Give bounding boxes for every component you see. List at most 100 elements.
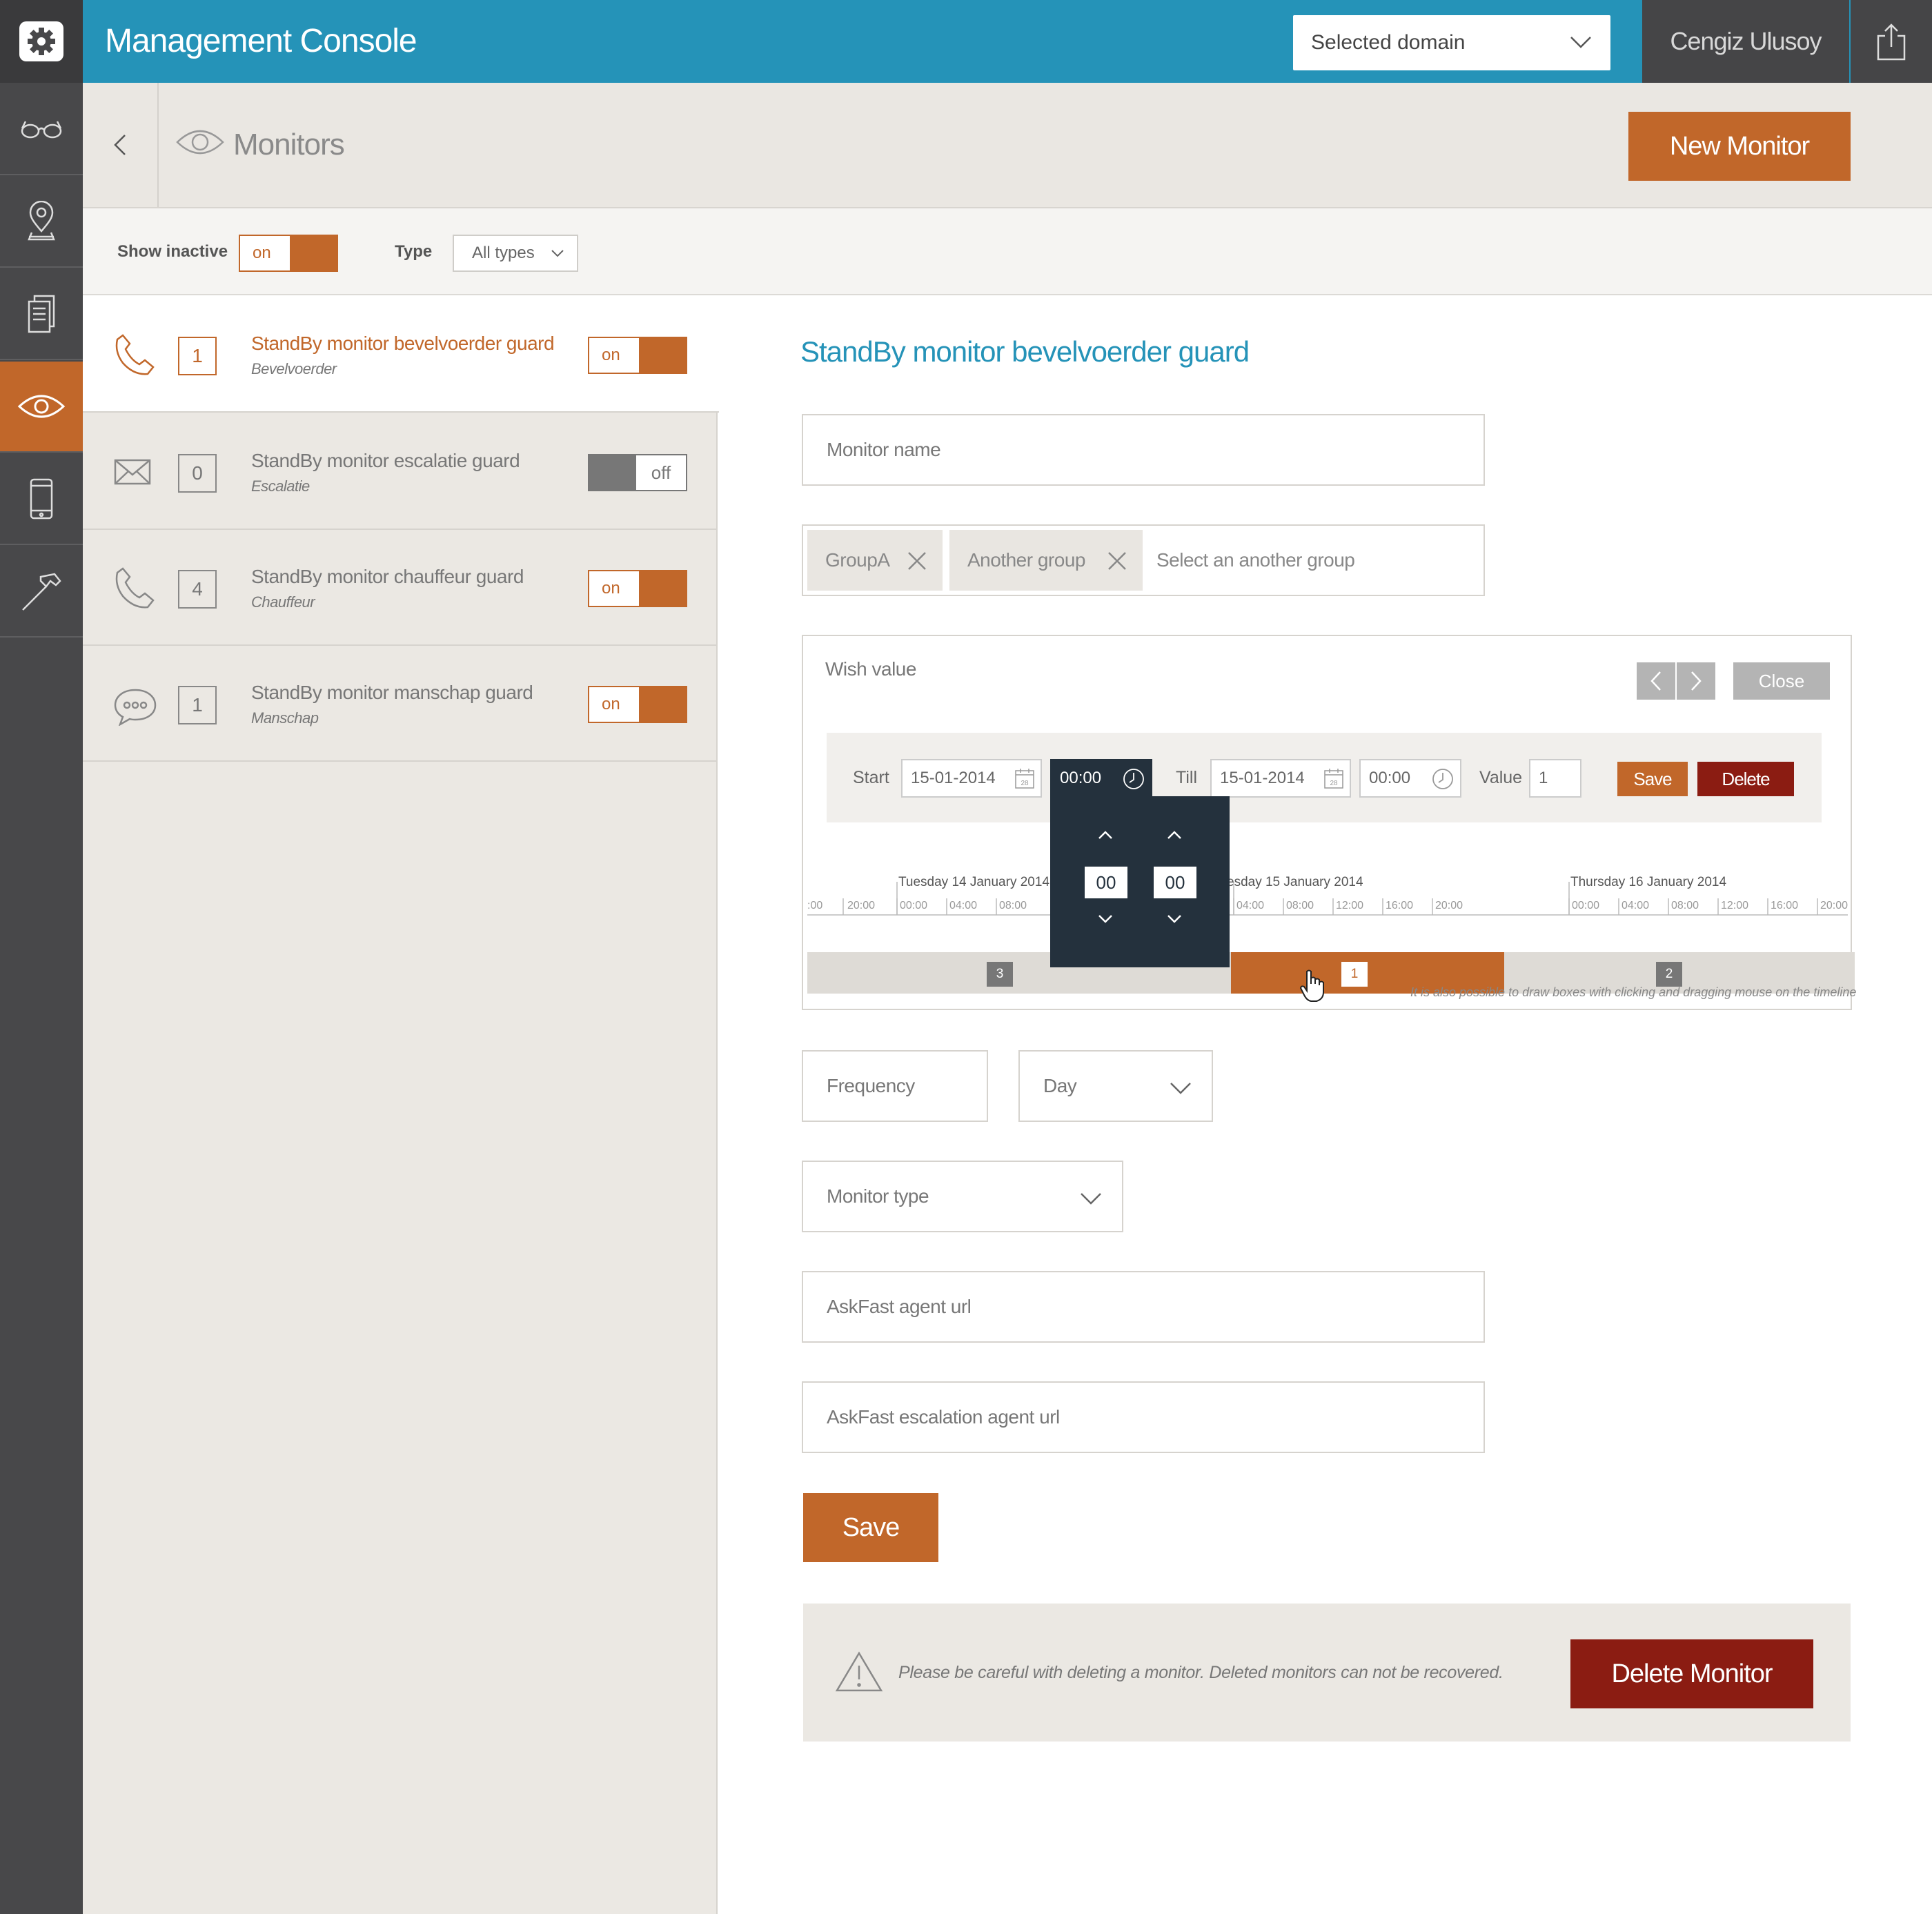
chevron-down-icon [1170, 1083, 1191, 1094]
clock-icon [1432, 769, 1453, 789]
icon-rail [0, 0, 83, 1914]
monitor-list-item[interactable]: 4 StandBy monitor chauffeur guard Chauff… [83, 530, 718, 646]
next-button[interactable] [1677, 662, 1715, 700]
group-selector[interactable]: GroupA Another group Select an another g… [802, 524, 1485, 596]
start-time-input[interactable]: 00:00 [1050, 759, 1152, 798]
timeline-hour-label: 20:00 [1435, 900, 1463, 911]
chat-bubble-icon [114, 689, 157, 726]
slot-save-button[interactable]: Save [1617, 762, 1688, 796]
till-date-input[interactable]: 15-01-2014 28 [1210, 759, 1351, 798]
show-inactive-label: Show inactive [117, 242, 228, 261]
alert-count-badge: 1 [178, 337, 217, 375]
glasses-icon [21, 121, 62, 139]
map-pin-icon [28, 201, 55, 241]
rail-item-documents[interactable] [0, 269, 83, 360]
start-time-value: 00:00 [1060, 769, 1102, 787]
alert-count-badge: 4 [178, 570, 217, 609]
monitor-name: StandBy monitor chauffeur guard [251, 566, 524, 587]
filter-bar: Show inactive on Type All types [83, 208, 1932, 295]
save-button[interactable]: Save [803, 1493, 938, 1562]
domain-select[interactable]: Selected domain [1293, 15, 1610, 70]
logout-button[interactable] [1851, 0, 1932, 83]
toggle-knob [290, 236, 337, 270]
escalation-url-input[interactable]: AskFast escalation agent url [802, 1381, 1485, 1453]
warning-icon [835, 1651, 883, 1692]
frequency-input[interactable]: Frequency [802, 1050, 988, 1122]
type-select[interactable]: All types [453, 235, 578, 272]
slot-delete-button[interactable]: Delete [1697, 762, 1794, 796]
type-select-value: All types [472, 244, 535, 262]
alert-count-badge: 1 [178, 686, 217, 724]
toggle-state: on [602, 695, 620, 713]
till-time-input[interactable]: 00:00 [1359, 759, 1461, 798]
frequency-unit-select[interactable]: Day [1018, 1050, 1213, 1122]
till-date-value: 15-01-2014 [1220, 769, 1305, 787]
timeline-hour-label: 12:00 [1721, 900, 1749, 911]
wish-value-label: Wish value [825, 658, 916, 680]
monitor-group: Chauffeur [251, 593, 315, 611]
monitor-list-item[interactable]: 1 StandBy monitor manschap guard Manscha… [83, 646, 718, 762]
timeline-hour-label: 08:00 [1671, 900, 1699, 911]
delete-zone: Please be careful with deleting a monito… [803, 1604, 1851, 1742]
monitor-group: Bevelvoerder [251, 360, 337, 377]
chevron-down-icon [1081, 1193, 1101, 1205]
rail-item-monitors[interactable] [0, 362, 83, 453]
delete-monitor-button[interactable]: Delete Monitor [1570, 1639, 1813, 1708]
calendar-icon: 28 [1324, 769, 1343, 789]
app-title: Management Console [105, 23, 417, 59]
monitor-name-input[interactable]: Monitor name [802, 414, 1485, 486]
frequency-unit-value: Day [1043, 1075, 1077, 1096]
timeline-hour-label: :00 [807, 900, 823, 911]
group-search-input[interactable]: Select an another group [1156, 526, 1355, 595]
monitor-list-item[interactable]: 1 StandBy monitor bevelvoerder guard Bev… [83, 297, 719, 413]
timeline-hour-label: 08:00 [1286, 900, 1314, 911]
close-icon[interactable] [1107, 551, 1127, 571]
chevron-up-icon[interactable] [1097, 829, 1114, 840]
monitor-list-item[interactable]: 0 StandBy monitor escalatie guard Escala… [83, 414, 718, 530]
chevron-down-icon[interactable] [1166, 914, 1183, 925]
toggle-state: on [253, 244, 271, 262]
monitor-active-toggle[interactable]: on [588, 686, 687, 723]
back-button[interactable] [83, 83, 159, 207]
calendar-day: 28 [1021, 780, 1029, 787]
group-tag-label: GroupA [825, 549, 890, 571]
timeline-hour-label: 08:00 [999, 900, 1027, 911]
user-menu[interactable]: Cengiz Ulusoy [1642, 0, 1849, 83]
alert-count-badge: 0 [178, 454, 217, 493]
group-tag: GroupA [807, 530, 943, 591]
rail-item-tools[interactable] [0, 546, 83, 638]
timeline-hour-label: 04:00 [1236, 900, 1265, 911]
monitor-active-toggle[interactable]: on [588, 570, 687, 607]
monitor-active-toggle[interactable]: off [588, 454, 687, 491]
toggle-state: on [602, 346, 620, 364]
hour-input[interactable]: 00 [1085, 867, 1127, 898]
new-monitor-button[interactable]: New Monitor [1628, 112, 1851, 181]
close-icon[interactable] [907, 551, 927, 571]
timeline[interactable]: Tuesday 14 January 2014 esday 15 January… [807, 857, 1855, 1002]
start-date-input[interactable]: 15-01-2014 28 [901, 759, 1042, 798]
monitor-active-toggle[interactable]: on [588, 337, 687, 374]
monitor-type-select[interactable]: Monitor type [802, 1161, 1123, 1232]
rail-item-overview[interactable] [0, 84, 83, 175]
clock-icon [1123, 769, 1144, 789]
chevron-down-icon[interactable] [1097, 914, 1114, 925]
value-input[interactable]: 1 [1529, 759, 1581, 798]
monitor-name: StandBy monitor escalatie guard [251, 450, 520, 471]
chevron-up-icon[interactable] [1166, 829, 1183, 840]
timeline-hour-label: 16:00 [1386, 900, 1414, 911]
rail-item-devices[interactable] [0, 454, 83, 545]
toggle-state: on [602, 579, 620, 598]
monitor-detail-title: StandBy monitor bevelvoerder guard [800, 335, 1250, 368]
rail-item-locations[interactable] [0, 177, 83, 268]
type-label: Type [395, 242, 433, 261]
previous-button[interactable] [1637, 662, 1675, 700]
settings-logo-button[interactable] [0, 0, 83, 83]
toggle-knob [589, 455, 636, 490]
agent-url-input[interactable]: AskFast agent url [802, 1271, 1485, 1343]
eye-icon [17, 395, 66, 418]
minute-input[interactable]: 00 [1154, 867, 1196, 898]
close-button[interactable]: Close [1733, 662, 1830, 700]
slot-editor: Start 15-01-2014 28 00:00 Till 15-01-201… [827, 733, 1822, 822]
show-inactive-toggle[interactable]: on [239, 235, 338, 272]
phone-icon [115, 567, 155, 609]
